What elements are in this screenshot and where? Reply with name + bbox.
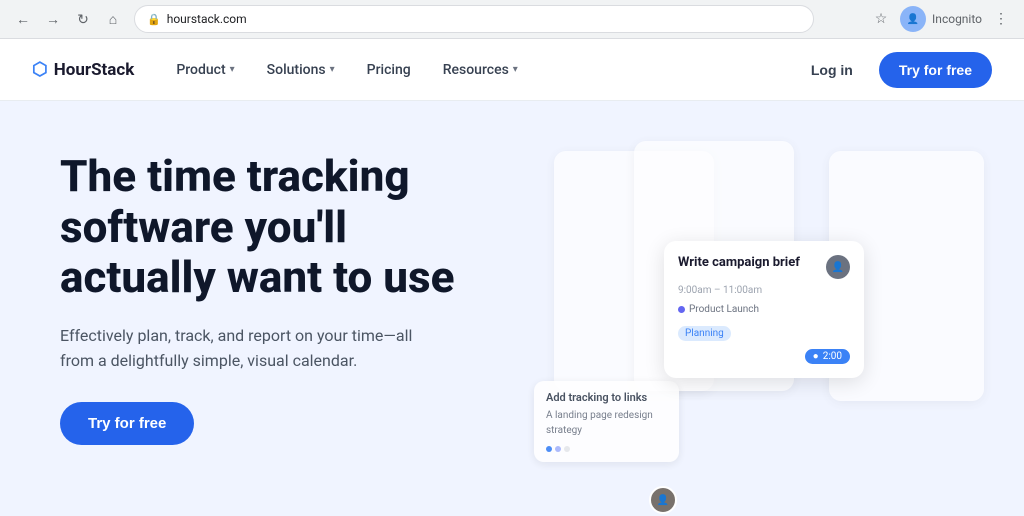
event-tag: Product Launch [678,304,850,315]
lock-icon: 🔒 [147,13,161,26]
nav-item-solutions[interactable]: Solutions ▾ [253,56,349,84]
event-tag-label: Product Launch [689,304,759,315]
incognito-label: Incognito [932,12,982,26]
timer-badge: ● 2:00 [805,349,850,364]
back-button[interactable]: ← [10,6,36,32]
event-time: 9:00am – 11:00am [678,285,850,296]
dot-1 [546,446,552,452]
event-card: Write campaign brief 👤 9:00am – 11:00am … [664,241,864,378]
logo[interactable]: ⬡ HourStack [32,59,134,80]
event-label: Planning [678,326,731,341]
reload-button[interactable]: ↻ [70,6,96,32]
browser-toolbar: ← → ↻ ⌂ 🔒 hourstack.com ☆ 👤 Incognito ⋮ [0,0,1024,38]
nav-right: Log in Try for free [795,52,992,88]
event-card-header: Write campaign brief 👤 [678,255,850,279]
small-card-title: Add tracking to links [546,391,667,404]
profile-button[interactable]: 👤 [900,6,926,32]
nav-item-product[interactable]: Product ▾ [162,56,248,84]
small-card-dots [546,446,667,452]
nav-pricing-label: Pricing [367,62,411,78]
hero-section: The time tracking software you'll actual… [0,101,1024,516]
chevron-down-icon: ▾ [230,64,235,75]
hero-cta-button[interactable]: Try for free [60,402,194,445]
login-button[interactable]: Log in [795,54,869,86]
bookmark-icon[interactable]: ☆ [868,6,894,32]
nav-product-label: Product [176,62,225,78]
chevron-down-icon: ▾ [330,64,335,75]
menu-icon[interactable]: ⋮ [988,6,1014,32]
logo-text: HourStack [54,60,135,80]
address-bar[interactable]: 🔒 hourstack.com [134,5,814,33]
nav-item-pricing[interactable]: Pricing [353,56,425,84]
timer-icon: ● [813,351,819,362]
try-free-button[interactable]: Try for free [879,52,992,88]
tag-dot [678,306,685,313]
small-card: Add tracking to links A landing page red… [534,381,679,462]
nav-resources-label: Resources [443,62,509,78]
hero-illustration: Write campaign brief 👤 9:00am – 11:00am … [494,131,994,511]
timer-value: 2:00 [823,351,842,362]
hero-heading: The time tracking software you'll actual… [60,151,500,303]
nav-links: Product ▾ Solutions ▾ Pricing Resources … [162,56,795,84]
avatar: 👤 [826,255,850,279]
dot-2 [555,446,561,452]
site-navbar: ⬡ HourStack Product ▾ Solutions ▾ Pricin… [0,39,1024,101]
forward-button[interactable]: → [40,6,66,32]
chevron-down-icon: ▾ [513,64,518,75]
browser-chrome: ← → ↻ ⌂ 🔒 hourstack.com ☆ 👤 Incognito ⋮ [0,0,1024,39]
avatar-small: 👤 [649,486,677,514]
browser-right-icons: ☆ 👤 Incognito ⋮ [868,6,1014,32]
dot-3 [564,446,570,452]
hero-subtext: Effectively plan, track, and report on y… [60,323,420,374]
event-timer: ● 2:00 [678,349,850,364]
nav-solutions-label: Solutions [267,62,326,78]
url-text: hourstack.com [167,12,247,26]
nav-buttons: ← → ↻ ⌂ [10,6,126,32]
nav-item-resources[interactable]: Resources ▾ [429,56,532,84]
hero-text: The time tracking software you'll actual… [60,151,500,516]
small-card-text: A landing page redesign strategy [546,408,667,438]
home-button[interactable]: ⌂ [100,6,126,32]
event-title: Write campaign brief [678,255,800,270]
logo-icon: ⬡ [32,59,48,80]
